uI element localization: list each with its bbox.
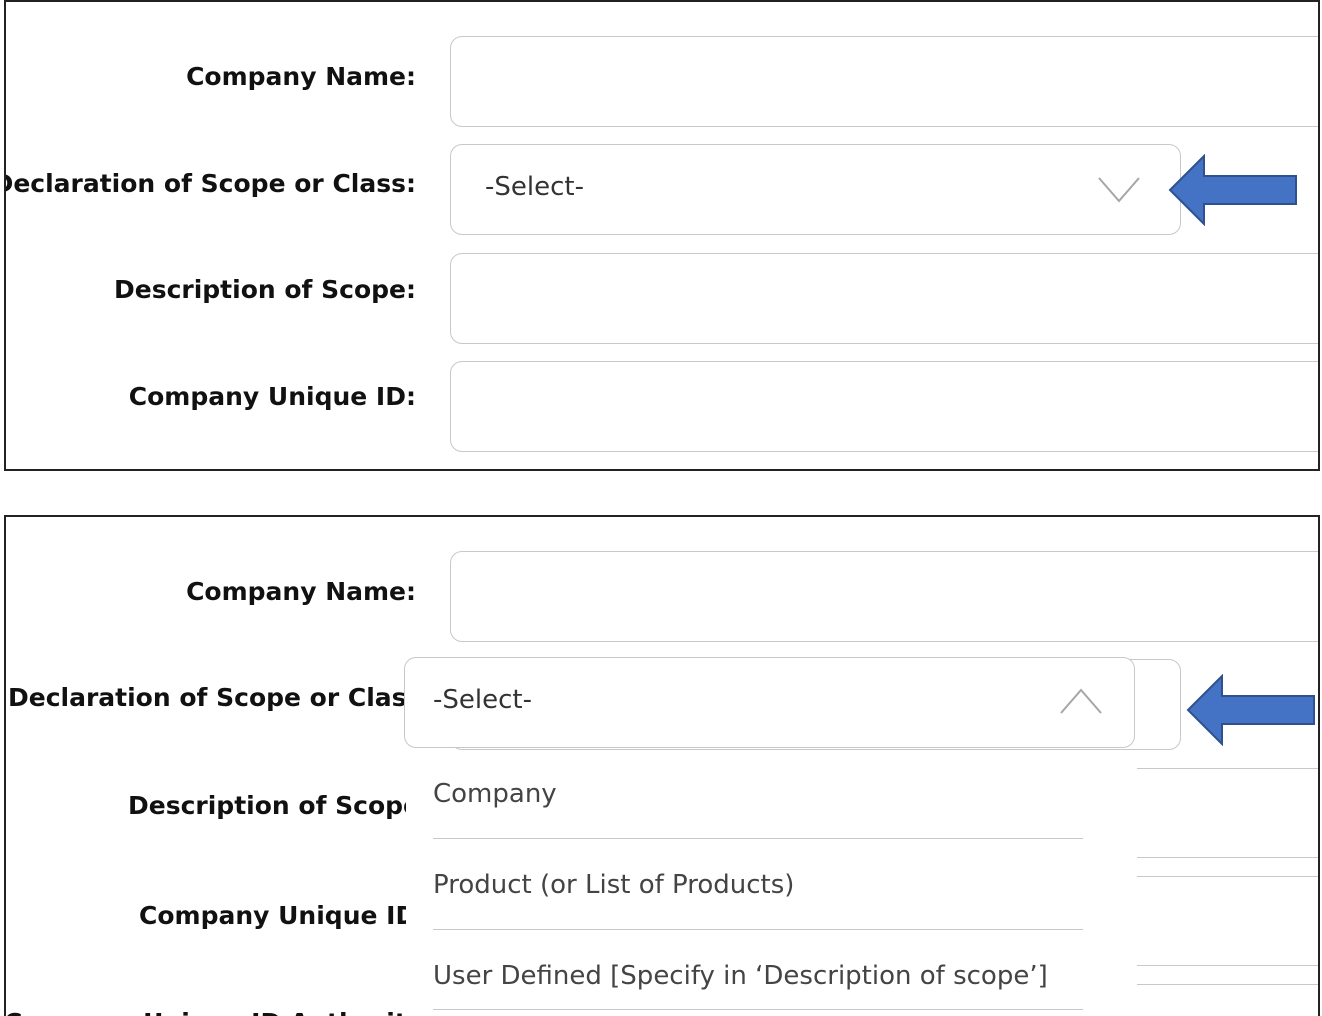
field-edge-line [1137, 965, 1318, 966]
option-divider [433, 1009, 1083, 1010]
authority-label-clip: Company Unique ID Authority: [6, 1004, 406, 1016]
chevron-up-icon[interactable] [1059, 686, 1103, 716]
unique-id-label: Company Unique ID: [128, 382, 416, 411]
chevron-down-icon[interactable] [1097, 175, 1141, 205]
scope-select-value: -Select- [433, 685, 532, 715]
option-company[interactable]: Company [433, 779, 1083, 809]
option-user-defined[interactable]: User Defined [Specify in ‘Description of… [433, 961, 1083, 991]
left-arrow-icon [1168, 154, 1297, 226]
company-name-label: Company Name: [186, 577, 416, 606]
option-divider [433, 838, 1083, 839]
field-edge-line [1137, 857, 1318, 858]
authority-label: Company Unique ID Authority: [6, 1008, 406, 1016]
field-edge-line [1137, 984, 1318, 985]
scope-label: Declaration of Scope or Class: [8, 683, 406, 712]
scope-label-clip: Declaration of Scope or Class: [6, 677, 406, 717]
option-divider [433, 929, 1083, 930]
left-arrow-icon [1186, 674, 1315, 746]
unique-id-label: Company Unique ID: [139, 901, 406, 930]
field-edge-line [1137, 768, 1318, 769]
unique-id-input[interactable] [450, 361, 1318, 452]
company-name-input[interactable] [450, 36, 1318, 127]
description-input[interactable] [450, 253, 1318, 344]
description-label-clip: Description of Scope: [6, 785, 406, 825]
field-edge-line [1137, 876, 1318, 877]
description-label: Description of Scope: [128, 791, 406, 820]
description-label: Description of Scope: [113, 275, 416, 304]
option-product[interactable]: Product (or List of Products) [433, 870, 1083, 900]
unique-id-label-clip: Company Unique ID: [6, 895, 406, 935]
scope-select[interactable]: -Select- [450, 144, 1181, 235]
scope-label: Declaration of Scope or Class: [4, 169, 416, 198]
scope-select-open[interactable]: -Select- [404, 657, 1135, 748]
company-name-input[interactable] [450, 551, 1318, 642]
form-panel-closed: Company Name: Declaration of Scope or Cl… [4, 0, 1320, 471]
company-name-label: Company Name: [186, 62, 416, 91]
scope-select-value: -Select- [485, 172, 584, 202]
form-panel-open: Company Name: Declaration of Scope or Cl… [4, 515, 1320, 1016]
